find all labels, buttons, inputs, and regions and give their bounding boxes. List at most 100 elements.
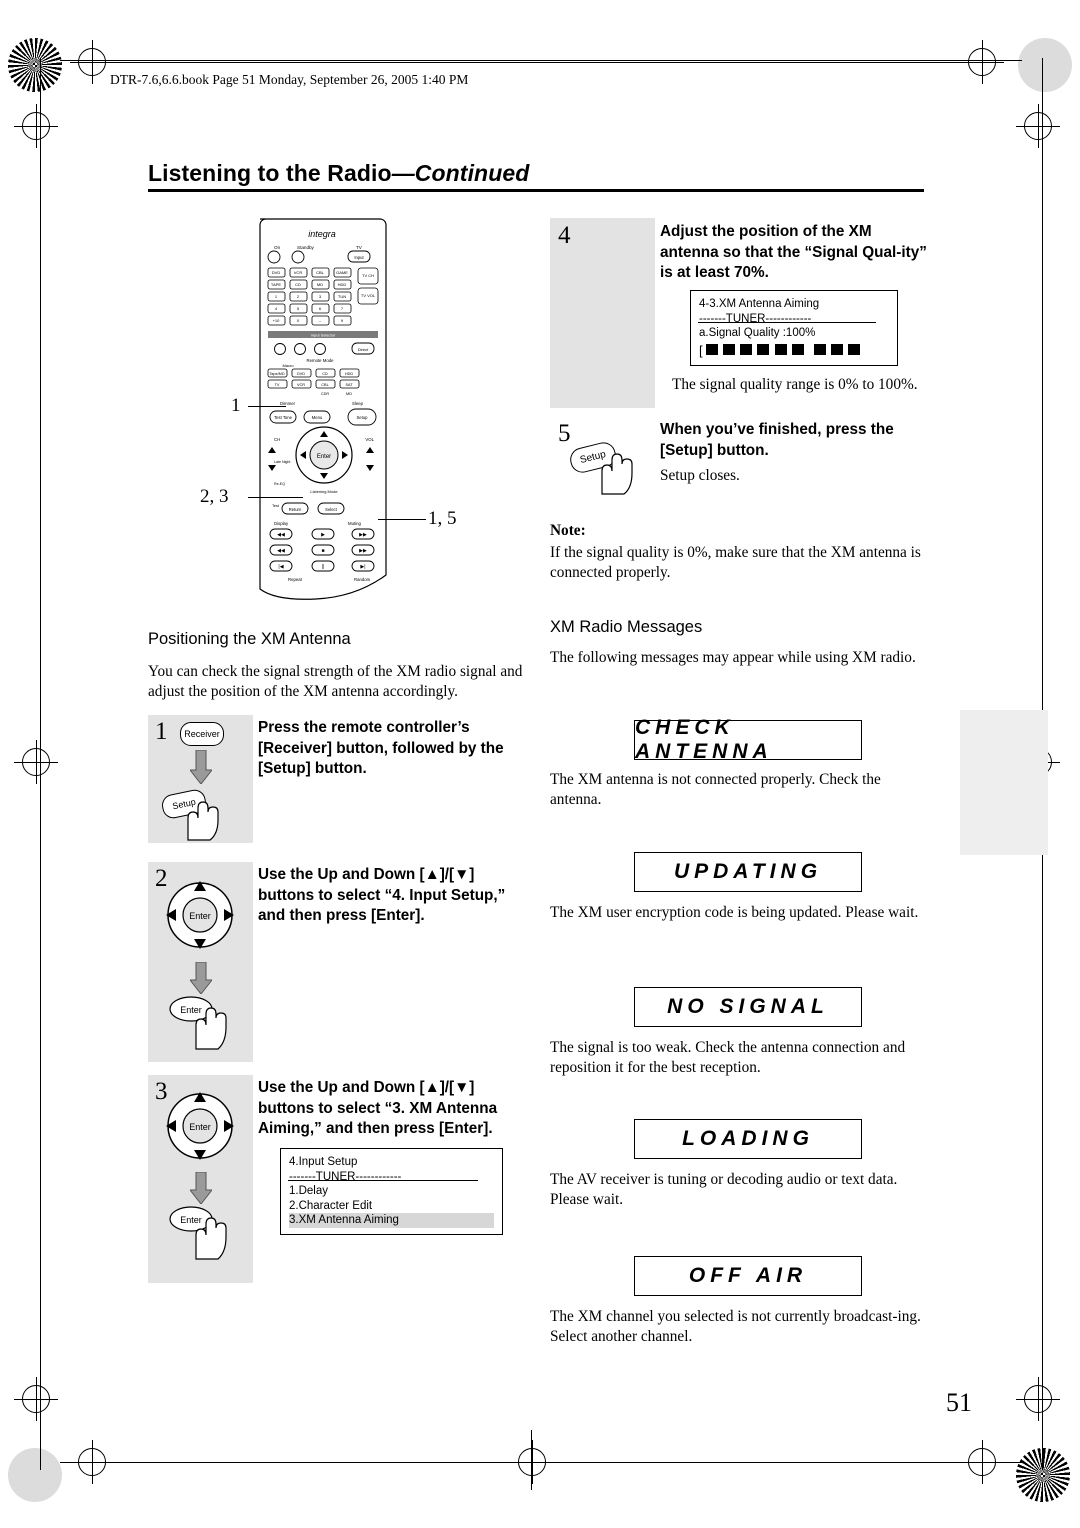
svg-text:Remote Mode: Remote Mode bbox=[307, 358, 335, 363]
title-rule bbox=[148, 189, 924, 192]
svg-text:Menu: Menu bbox=[312, 415, 323, 420]
receiver-button-illustration: Receiver bbox=[180, 722, 224, 746]
svg-text:TV CH: TV CH bbox=[362, 273, 374, 278]
svg-text:▶▶: ▶▶ bbox=[359, 532, 367, 538]
sidebar-tab-marker bbox=[960, 710, 1048, 855]
svg-text:Enter: Enter bbox=[317, 454, 331, 460]
signal-bar bbox=[848, 343, 861, 355]
crop-mark-7 bbox=[14, 1377, 58, 1421]
step-3-instruction: Use the Up and Down [▲]/[▼] buttons to s… bbox=[258, 1079, 498, 1137]
svg-text:HDD: HDD bbox=[345, 372, 353, 376]
svg-text:HDD: HDD bbox=[338, 282, 347, 287]
svg-text:Enter: Enter bbox=[189, 911, 211, 921]
svg-text:Late Night: Late Night bbox=[274, 460, 290, 464]
step-5-number: 5 bbox=[558, 420, 571, 447]
step-4-caption: The signal quality range is 0% to 100%. bbox=[672, 376, 918, 393]
message-label-check-antenna: CHECK ANTENNA bbox=[635, 716, 773, 763]
step-4-instruction: Adjust the position of the XM antenna so… bbox=[660, 223, 927, 281]
svg-text:CH: CH bbox=[274, 437, 280, 442]
svg-text:SAT: SAT bbox=[345, 383, 353, 387]
svg-text:Test: Test bbox=[272, 504, 280, 508]
crop-mark-4 bbox=[1016, 104, 1060, 148]
svg-text:◀◀: ◀◀ bbox=[277, 548, 285, 554]
hand-pointer-step5 bbox=[601, 453, 633, 495]
trim-line-top bbox=[60, 60, 1022, 61]
osd-input-setup: 4.Input Setup -------TUNER------------ 1… bbox=[280, 1148, 503, 1235]
svg-text:CD: CD bbox=[295, 282, 301, 287]
svg-text:Return: Return bbox=[289, 507, 302, 512]
svg-text:||: || bbox=[322, 564, 325, 570]
hand-pointer-step2 bbox=[195, 1007, 227, 1050]
svg-text:TV VOL: TV VOL bbox=[361, 293, 376, 298]
svg-text:TUN: TUN bbox=[338, 294, 346, 299]
hand-pointer-step3 bbox=[195, 1217, 227, 1260]
svg-text:TV: TV bbox=[275, 383, 280, 387]
crop-mark-8 bbox=[1016, 1377, 1060, 1421]
message-desc-check-antenna: The XM antenna is not connected properly… bbox=[550, 771, 881, 808]
note-heading: Note: bbox=[550, 522, 586, 539]
signal-bar bbox=[705, 343, 718, 355]
osd-aiming-divider bbox=[698, 322, 876, 323]
trim-line-left bbox=[40, 58, 41, 1470]
svg-text:Test Tone: Test Tone bbox=[274, 415, 293, 420]
svg-text:Sleep: Sleep bbox=[352, 401, 364, 406]
message-label-off-air: OFF AIR bbox=[688, 1264, 808, 1287]
message-label-no-signal: NO SIGNAL bbox=[667, 995, 829, 1018]
svg-text:TAPE: TAPE bbox=[271, 282, 281, 287]
osd-input-setup-divider bbox=[288, 1180, 478, 1181]
svg-text:DVD: DVD bbox=[297, 372, 305, 376]
message-desc-off-air: The XM channel you selected is not curre… bbox=[550, 1308, 921, 1345]
osd-xm-antenna-aiming: 4-3.XM Antenna Aiming -------TUNER------… bbox=[690, 290, 898, 366]
svg-text:Random: Random bbox=[354, 577, 371, 582]
osd-aiming-signal-meter: [ bbox=[699, 343, 889, 360]
registration-starburst-topleft bbox=[8, 38, 62, 92]
step-1-down-arrow bbox=[190, 750, 212, 784]
header-rule bbox=[95, 62, 985, 63]
osd-input-setup-line2: -------TUNER------------ bbox=[289, 1170, 402, 1183]
osd-input-setup-line4: 2.Character Edit bbox=[289, 1199, 373, 1212]
crop-mark-5 bbox=[14, 740, 58, 784]
page-number: 51 bbox=[946, 1388, 972, 1417]
svg-text:TV: TV bbox=[356, 245, 363, 250]
xm-radio-messages-heading: XM Radio Messages bbox=[550, 618, 703, 636]
registration-circle-topright bbox=[1018, 38, 1072, 92]
message-box-updating: UPDATING bbox=[634, 852, 862, 892]
crop-mark-3 bbox=[14, 104, 58, 148]
step-5-instruction: When you’ve finished, press the [Setup] … bbox=[660, 421, 894, 459]
step-2-instruction: Use the Up and Down [▲]/[▼] buttons to s… bbox=[258, 866, 506, 924]
svg-text:MD: MD bbox=[317, 282, 323, 287]
svg-text:◀◀: ◀◀ bbox=[277, 532, 285, 538]
remote-svg: integra On Standby TV Input DVD VCR CBL GAM… bbox=[259, 218, 387, 600]
remote-controller-illustration: integra On Standby TV Input DVD VCR CBL GAM… bbox=[252, 215, 432, 605]
svg-text:CD: CD bbox=[322, 372, 328, 376]
message-box-check-antenna: CHECK ANTENNA bbox=[634, 716, 862, 763]
svg-text:Direct: Direct bbox=[358, 347, 369, 352]
page-title-main: Listening to the Radio bbox=[148, 160, 392, 186]
callout-2-3: 2, 3 bbox=[200, 486, 229, 507]
svg-text:Re-EQ: Re-EQ bbox=[274, 482, 285, 486]
xm-radio-messages-intro: The following messages may appear while … bbox=[550, 649, 916, 666]
callout-1: 1 bbox=[231, 395, 241, 416]
page-title-continued: —Continued bbox=[391, 160, 530, 186]
svg-text:VOL: VOL bbox=[365, 437, 374, 442]
svg-text:Listening Mode: Listening Mode bbox=[310, 489, 338, 494]
step-2-down-arrow bbox=[190, 962, 212, 994]
svg-text:Setup: Setup bbox=[357, 415, 369, 420]
svg-text:Standby: Standby bbox=[297, 245, 315, 250]
message-label-loading: LOADING bbox=[682, 1127, 814, 1150]
osd-aiming-line1: 4-3.XM Antenna Aiming bbox=[699, 298, 820, 310]
svg-text:Input Selector: Input Selector bbox=[311, 333, 336, 338]
svg-text:|◀: |◀ bbox=[278, 564, 283, 570]
hand-pointer-step1 bbox=[187, 801, 219, 841]
svg-text:DVD: DVD bbox=[272, 270, 281, 275]
svg-text:Display: Display bbox=[274, 521, 289, 526]
book-file-line: DTR-7.6,6.6.book Page 51 Monday, Septemb… bbox=[110, 72, 469, 87]
svg-text:▶: ▶ bbox=[321, 532, 325, 538]
svg-text:■: ■ bbox=[321, 548, 324, 554]
signal-bar bbox=[831, 343, 844, 355]
svg-text:integra: integra bbox=[308, 229, 336, 239]
callout-1-5: 1, 5 bbox=[428, 508, 457, 529]
callout-1-leader bbox=[248, 406, 286, 407]
svg-text:On: On bbox=[274, 245, 281, 250]
step-1-number: 1 bbox=[155, 718, 168, 745]
